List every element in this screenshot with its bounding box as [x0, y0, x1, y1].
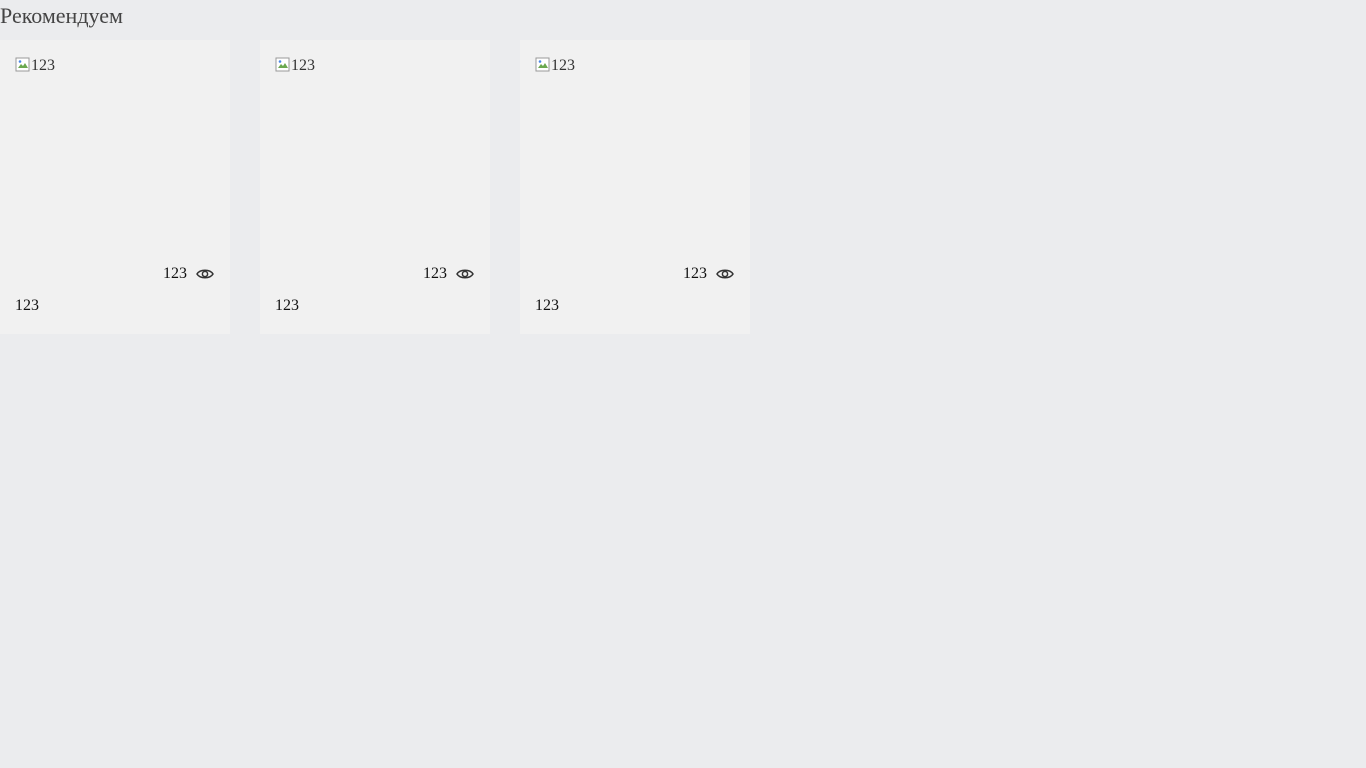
recommendations-list: 123 123 123 123 123 123 123 123 123 [0, 40, 750, 334]
card-views-count: 123 [683, 265, 707, 282]
card-image-alt: 123 [551, 57, 575, 74]
eye-icon [455, 264, 475, 284]
recommendation-card[interactable]: 123 123 123 [0, 40, 230, 334]
broken-image-icon [275, 57, 291, 73]
card-title[interactable]: 123 [535, 296, 559, 316]
card-views: 123 [163, 264, 215, 284]
card-views: 123 [423, 264, 475, 284]
section-title: Рекомендуем [0, 3, 123, 28]
broken-image-icon [535, 57, 551, 73]
recommendation-card[interactable]: 123 123 123 [520, 40, 750, 334]
card-image[interactable]: 123 [535, 56, 575, 76]
card-image-alt: 123 [291, 57, 315, 74]
broken-image-icon [15, 57, 31, 73]
card-image[interactable]: 123 [275, 56, 315, 76]
card-views-count: 123 [163, 265, 187, 282]
card-image-alt: 123 [31, 57, 55, 74]
card-image[interactable]: 123 [15, 56, 55, 76]
card-views-count: 123 [423, 265, 447, 282]
recommendation-card[interactable]: 123 123 123 [260, 40, 490, 334]
card-views: 123 [683, 264, 735, 284]
eye-icon [715, 264, 735, 284]
card-title[interactable]: 123 [15, 296, 39, 316]
page: Рекомендуем 123 123 123 123 123 123 123 … [0, 0, 1366, 768]
eye-icon [195, 264, 215, 284]
card-title[interactable]: 123 [275, 296, 299, 316]
